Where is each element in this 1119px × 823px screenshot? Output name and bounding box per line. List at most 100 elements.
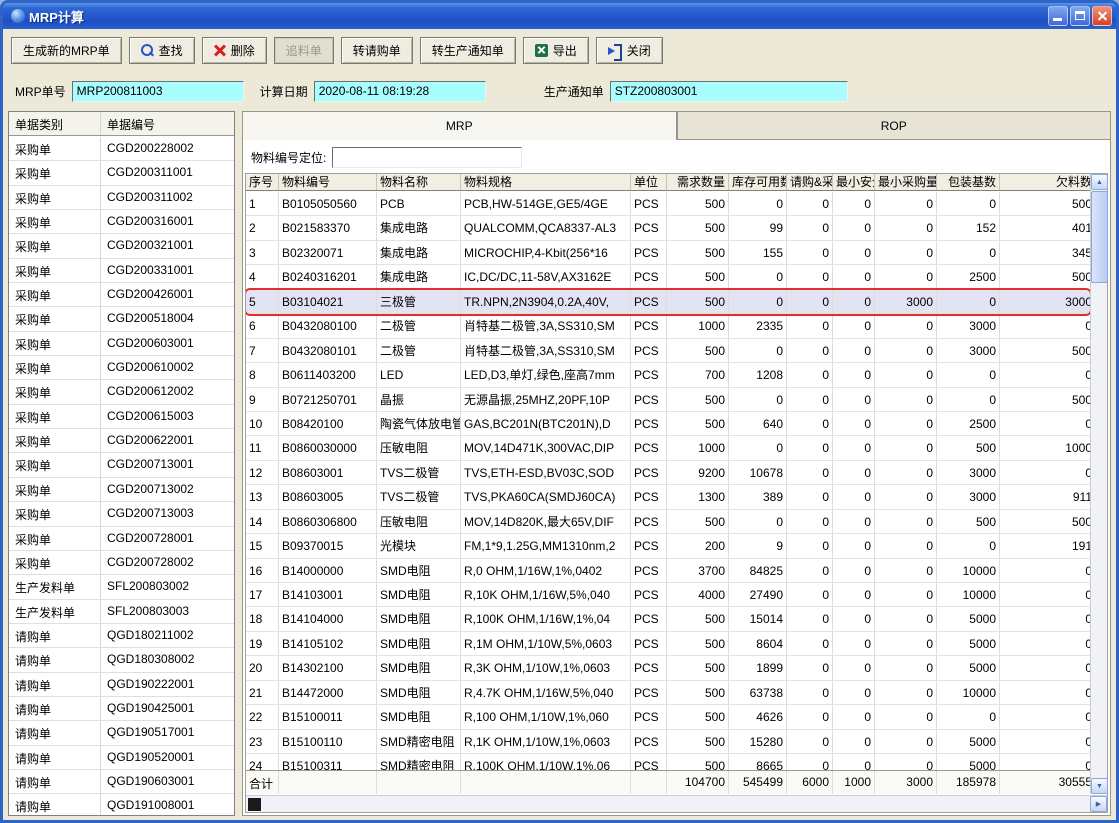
doc-list-row[interactable]: 采购单CGD200321001 <box>9 234 234 258</box>
grid-row[interactable]: 4B0240316201集成电路IC,DC/DC,11-58V,AX3162EP… <box>246 265 1090 289</box>
doc-list-row[interactable]: 采购单CGD200603001 <box>9 332 234 356</box>
grid-row-highlighted[interactable]: 5B03104021三极管TR.NPN,2N3904,0.2A,40V,PCS5… <box>246 290 1090 314</box>
grid-row[interactable]: 8B0611403200LEDLED,D3,单灯,绿色,座高7mmPCS7001… <box>246 363 1090 387</box>
doc-list-row[interactable]: 请购单QGD180308002 <box>9 648 234 672</box>
grid-cell: MICROCHIP,4-Kbit(256*16 <box>461 241 631 264</box>
doc-list-row[interactable]: 采购单CGD200228002 <box>9 137 234 161</box>
grid-row[interactable]: 12B08603001TVS二极管TVS,ETH-ESD,BV03C,SODPC… <box>246 461 1090 485</box>
grid-row[interactable]: 20B14302100SMD电阻R,3K OHM,1/10W,1%,0603PC… <box>246 656 1090 680</box>
doc-no-cell: CGD200316001 <box>101 210 234 233</box>
grid-cell: 200 <box>667 534 729 557</box>
grid-row[interactable]: 2B021583370集成电路QUALCOMM,QCA8337-AL3PCS50… <box>246 216 1090 240</box>
find-button[interactable]: 查找 <box>129 37 195 64</box>
grid-row[interactable]: 17B14103001SMD电阻R,10K OHM,1/16W,5%,040PC… <box>246 583 1090 607</box>
grid-row[interactable]: 23B15100110SMD精密电阻R,1K OHM,1/10W,1%,0603… <box>246 730 1090 754</box>
grid-cell: QUALCOMM,QCA8337-AL3 <box>461 216 631 239</box>
doc-list-row[interactable]: 请购单QGD190425001 <box>9 697 234 721</box>
doc-list-row[interactable]: 采购单CGD200713002 <box>9 478 234 502</box>
grid-row[interactable]: 10B08420100陶瓷气体放电管GAS,BC201N(BTC201N),DP… <box>246 412 1090 436</box>
grid-cell: 0 <box>1000 412 1090 435</box>
doc-list-row[interactable]: 采购单CGD200713001 <box>9 453 234 477</box>
vertical-scrollbar[interactable]: ▲ ▼ <box>1090 174 1107 794</box>
doc-list-row[interactable]: 采购单CGD200316001 <box>9 210 234 234</box>
grid-row[interactable]: 19B14105102SMD电阻R,1M OHM,1/10W,5%,0603PC… <box>246 632 1090 656</box>
delete-button[interactable]: 删除 <box>202 37 267 64</box>
doc-list-row[interactable]: 采购单CGD200426001 <box>9 283 234 307</box>
grid-row[interactable]: 6B0432080100二极管肖特基二极管,3A,SS310,SMPCS1000… <box>246 314 1090 338</box>
doc-list-row[interactable]: 采购单CGD200615003 <box>9 405 234 429</box>
doc-list-row[interactable]: 生产发料单SFL200803002 <box>9 575 234 599</box>
material-locate-input[interactable] <box>332 147 522 168</box>
grid-row[interactable]: 13B08603005TVS二极管TVS,PKA60CA(SMDJ60CA)PC… <box>246 485 1090 509</box>
grid-cell: 0 <box>787 534 833 557</box>
col-stock-available: 库存可用数 <box>729 174 787 190</box>
doc-list-row[interactable]: 采购单CGD200331001 <box>9 259 234 283</box>
grid-cell: PCS <box>631 559 667 582</box>
grid-cell: PCB <box>377 192 461 215</box>
grid-row[interactable]: 7B0432080101二极管肖特基二极管,3A,SS310,SMPCS5000… <box>246 339 1090 363</box>
scroll-down-icon[interactable]: ▼ <box>1091 778 1108 794</box>
grid-cell: 500 <box>1000 388 1090 411</box>
close-button[interactable] <box>1092 6 1112 26</box>
doc-list-row[interactable]: 请购单QGD190603001 <box>9 770 234 794</box>
grid-cell: 500 <box>667 656 729 679</box>
scroll-right-icon[interactable]: ▶ <box>1090 796 1107 812</box>
grid-cell: 3000 <box>937 339 1000 362</box>
grid-row[interactable]: 22B15100011SMD电阻R,100 OHM,1/10W,1%,060PC… <box>246 705 1090 729</box>
grid-cell: PCS <box>631 436 667 459</box>
grid-row[interactable]: 14B0860306800压敏电阻MOV,14D820K,最大65V,DIFPC… <box>246 510 1090 534</box>
grid-row[interactable]: 24B15100311SMD精密电阻R,100K OHM,1/10W,1%,06… <box>246 754 1090 770</box>
doc-list-row[interactable]: 采购单CGD200612002 <box>9 380 234 404</box>
doc-list-row[interactable]: 采购单CGD200610002 <box>9 356 234 380</box>
grid-cell: 8 <box>246 363 279 386</box>
close-window-button[interactable]: 关闭 <box>596 37 663 64</box>
new-mrp-button[interactable]: 生成新的MRP单 <box>11 37 122 64</box>
col-material-name: 物料名称 <box>377 174 461 190</box>
horizontal-scrollbar[interactable]: ▶ <box>246 795 1107 812</box>
doc-list-row[interactable]: 采购单CGD200728001 <box>9 527 234 551</box>
grid-row[interactable]: 15B09370015光模块FM,1*9,1.25G,MM1310nm,2PCS… <box>246 534 1090 558</box>
mrp-no-field[interactable] <box>72 81 244 102</box>
to-requisition-button[interactable]: 转请购单 <box>341 37 413 64</box>
production-notice-field[interactable] <box>610 81 848 102</box>
doc-list-row[interactable]: 请购单QGD190517001 <box>9 721 234 745</box>
doc-list-row[interactable]: 采购单CGD200518004 <box>9 307 234 331</box>
doc-list-row[interactable]: 采购单CGD200728002 <box>9 551 234 575</box>
grid-row[interactable]: 9B0721250701晶振无源晶振,25MHZ,20PF,10PPCS5000… <box>246 388 1090 412</box>
grid-row[interactable]: 18B14104000SMD电阻R,100K OHM,1/16W,1%,04PC… <box>246 607 1090 631</box>
doc-list-row[interactable]: 请购单QGD190222001 <box>9 673 234 697</box>
doc-list-row[interactable]: 生产发料单SFL200803003 <box>9 600 234 624</box>
doc-list-row[interactable]: 采购单CGD200311001 <box>9 161 234 185</box>
to-production-notice-button[interactable]: 转生产通知单 <box>420 37 516 64</box>
doc-type-cell: 采购单 <box>9 186 101 209</box>
grid-row[interactable]: 16B14000000SMD电阻R,0 OHM,1/16W,1%,0402PCS… <box>246 559 1090 583</box>
horizontal-scrollbar-track[interactable] <box>263 796 1090 812</box>
window-title: MRP计算 <box>29 7 1048 26</box>
doc-list-row[interactable]: 请购单QGD190520001 <box>9 746 234 770</box>
grid-row[interactable]: 3B02320071集成电路MICROCHIP,4-Kbit(256*16PCS… <box>246 241 1090 265</box>
calc-date-field[interactable] <box>314 81 486 102</box>
scroll-up-icon[interactable]: ▲ <box>1091 174 1108 190</box>
grid-row[interactable]: 11B0860030000压敏电阻MOV,14D471K,300VAC,DIPP… <box>246 436 1090 460</box>
grid-cell: PCS <box>631 461 667 484</box>
grid-cell: 0 <box>833 436 875 459</box>
doc-list-row[interactable]: 采购单CGD200713003 <box>9 502 234 526</box>
doc-list-row[interactable]: 请购单QGD180211002 <box>9 624 234 648</box>
grid-cell: 1000 <box>1000 436 1090 459</box>
export-button[interactable]: 导出 <box>523 37 589 64</box>
grid-cell: 0 <box>833 485 875 508</box>
tab-mrp[interactable]: MRP <box>242 111 677 140</box>
grid-row[interactable]: 1B0105050560PCBPCB,HW-514GE,GE5/4GEPCS50… <box>246 192 1090 216</box>
grid-row[interactable]: 21B14472000SMD电阻R,4.7K OHM,1/16W,5%,040P… <box>246 681 1090 705</box>
maximize-button[interactable] <box>1070 6 1090 26</box>
vertical-scrollbar-thumb[interactable] <box>1091 191 1108 283</box>
minimize-button[interactable] <box>1048 6 1068 26</box>
grid-cell: B0860030000 <box>279 436 377 459</box>
doc-list-row[interactable]: 请购单QGD191008001 <box>9 794 234 815</box>
doc-list-row[interactable]: 采购单CGD200311002 <box>9 186 234 210</box>
grid-cell: 15014 <box>729 607 787 630</box>
grid-cell: 0 <box>937 192 1000 215</box>
tab-rop[interactable]: ROP <box>677 111 1112 140</box>
titlebar[interactable]: MRP计算 <box>3 3 1116 29</box>
doc-list-row[interactable]: 采购单CGD200622001 <box>9 429 234 453</box>
